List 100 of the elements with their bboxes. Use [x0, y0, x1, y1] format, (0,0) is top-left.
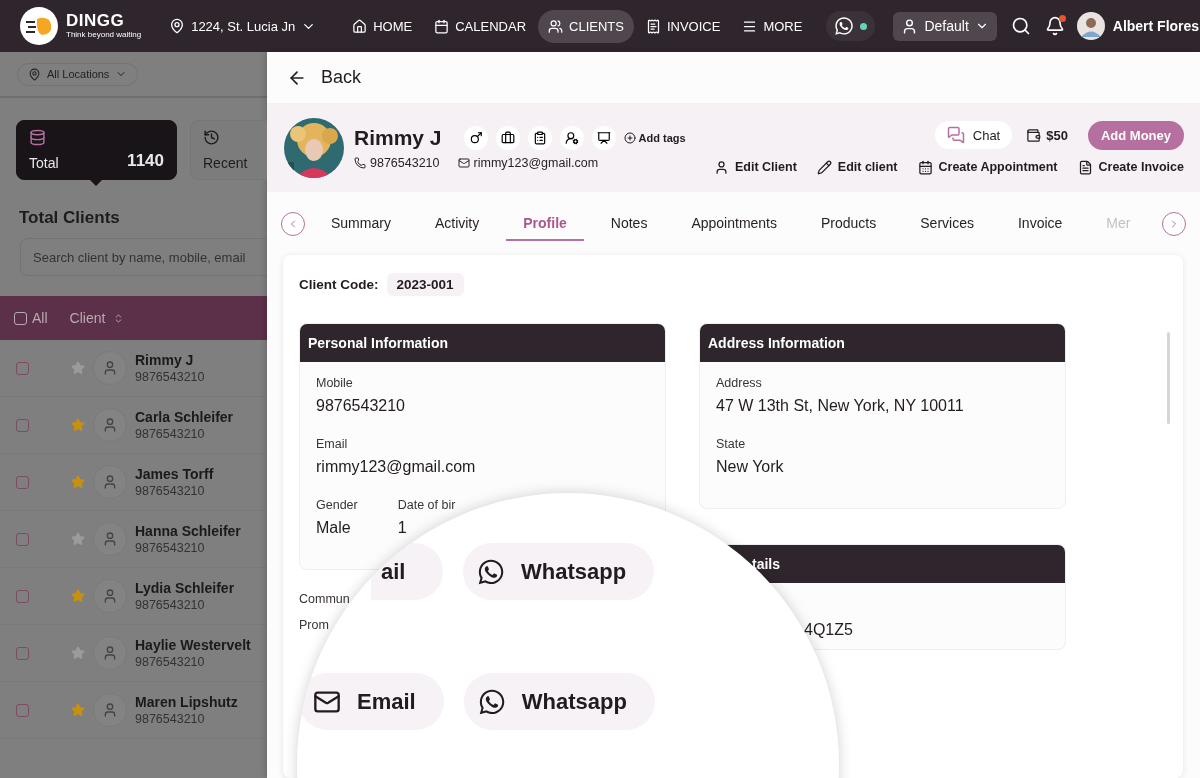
star-icon[interactable]	[71, 703, 85, 717]
calendar-icon	[917, 159, 933, 175]
action-link[interactable]: Create Appointment	[917, 159, 1058, 175]
person-icon	[102, 360, 118, 376]
next-button[interactable]	[1162, 211, 1186, 236]
client-row[interactable]: James Torff 9876543210	[0, 454, 267, 511]
card-title: Personal Information	[300, 324, 665, 362]
checkbox[interactable]	[16, 646, 29, 660]
field-label: Address	[716, 376, 763, 390]
location-selector[interactable]: 1224, St. Lucia Jn	[169, 18, 317, 34]
client-code: 2023-001	[386, 273, 464, 296]
nav-item[interactable]: HOME	[342, 9, 423, 43]
field-label: Mobile	[316, 376, 354, 390]
client-row[interactable]: Maren Lipshutz 9876543210	[0, 682, 267, 739]
pin-icon	[28, 67, 41, 81]
client-row[interactable]: Carla Schleifer 9876543210	[0, 397, 267, 454]
action-link[interactable]: Edit client	[816, 159, 898, 175]
checkbox[interactable]	[14, 311, 27, 325]
star-icon[interactable]	[71, 532, 85, 546]
action-link[interactable]: Create Invoice	[1077, 159, 1184, 175]
user-gear-icon[interactable]	[559, 125, 584, 150]
client-name: Rimmy J	[354, 125, 442, 150]
back-link[interactable]: Back	[287, 67, 362, 88]
field-label: State	[716, 437, 747, 451]
tab[interactable]: Services	[903, 206, 991, 241]
tab[interactable]: Summary	[314, 206, 408, 241]
channel-pill[interactable]: Email	[299, 673, 444, 730]
checkbox[interactable]	[16, 361, 29, 375]
scrollbar-thumb[interactable]	[1167, 332, 1170, 424]
column-header: Client	[69, 310, 106, 326]
checkbox[interactable]	[16, 475, 29, 489]
client-name: Haylie Westervelt	[135, 637, 251, 653]
chat-button[interactable]: Chat	[934, 121, 1013, 149]
client-row[interactable]: Rimmy J 9876543210	[0, 340, 267, 397]
home-icon	[352, 18, 368, 34]
client-row[interactable]: Hanna Schleifer 9876543210	[0, 511, 267, 568]
client-name: Carla Schleifer	[135, 409, 234, 425]
star-icon[interactable]	[71, 361, 85, 375]
channel-pill[interactable]: Whatsapp	[463, 673, 655, 730]
easel-icon[interactable]	[591, 125, 616, 150]
briefcase-icon[interactable]	[495, 125, 520, 150]
action-link[interactable]: Edit Client	[714, 159, 797, 175]
client-row[interactable]: Lydia Schleifer 9876543210	[0, 568, 267, 625]
client-name: James Torff	[135, 466, 214, 482]
field-value: Male	[316, 519, 352, 537]
nav-item[interactable]: CALENDAR	[424, 9, 537, 43]
star-icon[interactable]	[71, 646, 85, 660]
profile-selector[interactable]: Default	[893, 11, 997, 41]
menu-icon	[742, 18, 758, 34]
mail-icon	[457, 156, 470, 169]
channel-pill[interactable]: Whatsapp	[463, 543, 655, 600]
client-phone: 9876543210	[135, 427, 206, 441]
client-phone: 9876543210	[135, 712, 206, 726]
wallet-icon	[1026, 127, 1042, 143]
previous-button[interactable]	[281, 211, 305, 236]
database-icon	[29, 129, 46, 146]
star-icon[interactable]	[71, 418, 85, 432]
tab[interactable]: Products	[804, 206, 894, 241]
person-icon	[102, 531, 118, 547]
nav-item[interactable]: INVOICE	[635, 9, 731, 43]
phone-icon	[354, 156, 366, 169]
add-money-button[interactable]: Add Money	[1087, 120, 1184, 150]
client-name: Hanna Schleifer	[135, 523, 241, 539]
add-tags-link[interactable]: Add tags	[623, 131, 686, 144]
star-icon[interactable]	[71, 475, 85, 489]
client-phone: 9876543210	[135, 370, 205, 384]
tab[interactable]: Profile	[506, 206, 584, 241]
male-icon[interactable]	[463, 125, 488, 150]
client-name: Maren Lipshutz	[135, 694, 238, 710]
field-value: rimmy123@gmail.com	[316, 458, 477, 476]
stat-card[interactable]: Recent	[190, 120, 267, 180]
chat-status[interactable]	[826, 11, 876, 41]
nav-item[interactable]: CLIENTS	[538, 9, 634, 43]
person-icon	[102, 588, 118, 604]
clipboard-icon[interactable]	[527, 125, 552, 150]
checkbox[interactable]	[16, 532, 29, 546]
tab[interactable]: Invoice	[1000, 206, 1080, 241]
checkbox[interactable]	[16, 418, 29, 432]
tab[interactable]: Appointments	[674, 206, 794, 241]
select-all-label: All	[32, 310, 48, 326]
checkbox[interactable]	[16, 703, 29, 717]
tab[interactable]: Notes	[593, 206, 665, 241]
card-pointer	[89, 179, 103, 186]
field-label: Date of bir	[397, 498, 456, 512]
tab[interactable]: Activity	[417, 206, 497, 241]
logo-icon	[20, 7, 58, 45]
star-icon[interactable]	[71, 589, 85, 603]
users-icon	[548, 18, 564, 34]
stat-card[interactable]: Total 1140	[16, 120, 177, 180]
wallet-balance: $50	[1026, 127, 1068, 143]
client-row[interactable]: Haylie Westervelt 9876543210	[0, 625, 267, 682]
checkbox[interactable]	[16, 589, 29, 603]
nav-item[interactable]: MORE	[732, 9, 813, 43]
field-label: Gender	[316, 498, 358, 512]
client-phone: 9876543210	[135, 655, 206, 669]
calendar-icon	[434, 18, 450, 34]
pencil-icon	[816, 159, 832, 175]
search-field[interactable]: Search client by name, mobile, email	[20, 238, 267, 276]
brand-tagline: Think beyond waiting	[66, 30, 142, 40]
field-label: Email	[316, 437, 349, 451]
